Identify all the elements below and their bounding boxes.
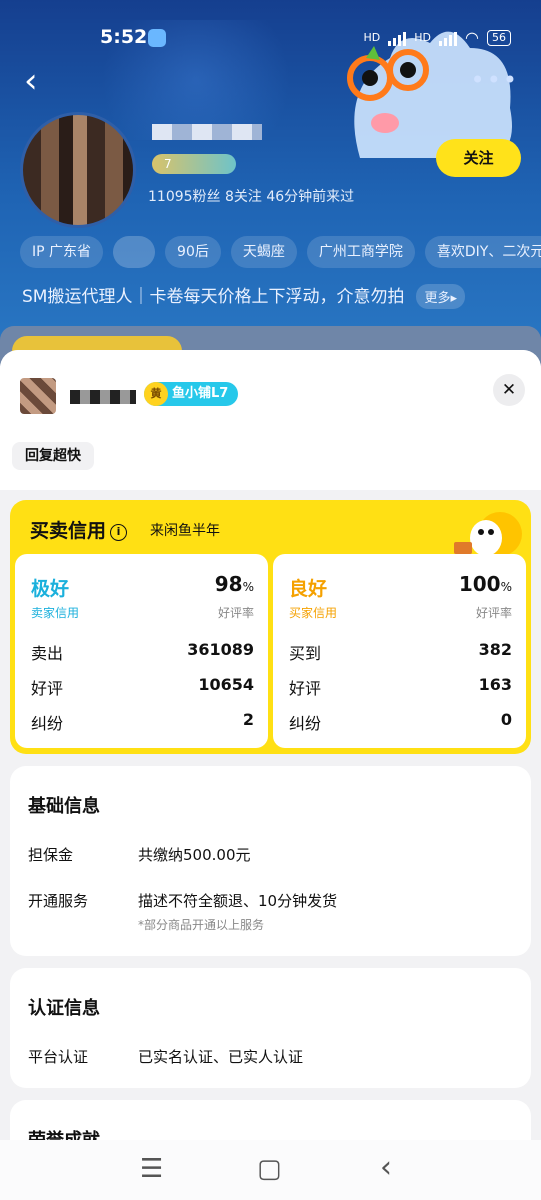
tag-location: IP 广东省 [20, 236, 104, 268]
buyer-rate-unit: % [500, 580, 512, 594]
status-bar: 5:52 HD HD ◠ 56 [0, 26, 541, 52]
signal-icon [388, 30, 407, 46]
back-nav-icon[interactable]: ‹ [380, 1150, 392, 1185]
profile-bio: SM搬运代理人｜卡卷每天价格上下浮动，介意勿拍 更多▸ [22, 282, 465, 309]
profile-tags: IP 广东省 90后 天蝎座 广州工商学院 喜欢DIY、二次元 [20, 236, 541, 268]
seller-avatar [20, 378, 56, 414]
profile-header: 5:52 HD HD ◠ 56 ‹ ••• 7 11095粉丝 8关注 46分钟… [0, 0, 541, 366]
deposit-label: 担保金 [28, 846, 74, 864]
buyer-rate: 100% [459, 572, 512, 596]
signal-icon [439, 30, 458, 46]
credit-title-text: 买卖信用 [30, 520, 107, 542]
platform-cert-label: 平台认证 [28, 1048, 89, 1066]
shop-level-icon: 黄 [144, 382, 168, 406]
battery-icon: 56 [487, 29, 511, 46]
hd-icon: HD [363, 31, 381, 44]
shop-level-label: 鱼小铺L7 [172, 386, 229, 401]
user-level-badge: 7 [152, 154, 236, 174]
cert-info-title: 认证信息 [28, 998, 100, 1019]
bio-more-button[interactable]: 更多▸ [416, 284, 465, 309]
back-icon[interactable]: ‹ [24, 64, 38, 98]
seller-name-blurred [70, 390, 136, 404]
buyer-row-dispute: 纠纷 0 [289, 710, 512, 734]
reply-fast-tag: 回复超快 [12, 442, 94, 470]
seller-grade-label: 卖家信用 [31, 606, 80, 620]
deposit-value: 共缴纳500.00元 [138, 846, 251, 864]
status-icons: HD HD ◠ 56 [364, 28, 511, 47]
row-label: 好评 [31, 679, 64, 698]
avatar[interactable] [20, 112, 136, 228]
notification-icon [148, 29, 166, 47]
row-label: 买到 [289, 644, 322, 663]
cert-info-section: 认证信息 平台认证 已实名认证、已实人认证 [10, 968, 531, 1088]
row-value: 382 [478, 640, 512, 659]
sheet-header: 黄 鱼小铺L7 ✕ 回复超快 [0, 350, 541, 490]
home-icon[interactable]: ▢ [257, 1154, 282, 1184]
status-time: 5:52 [100, 26, 148, 48]
seller-row-good: 好评 10654 [31, 675, 254, 699]
tag-school: 广州工商学院 [306, 236, 415, 268]
info-icon[interactable]: i [110, 524, 128, 541]
row-label: 纠纷 [289, 714, 322, 733]
row-value: 361089 [187, 640, 254, 659]
bio-text: SM搬运代理人｜卡卷每天价格上下浮动，介意勿拍 [22, 287, 405, 307]
row-label: 纠纷 [31, 714, 64, 733]
platform-cert-row: 平台认证 已实名认证、已实人认证 [28, 1046, 303, 1067]
service-row: 开通服务 描述不符全额退、10分钟发货 [28, 890, 337, 911]
buyer-grade-label: 买家信用 [289, 606, 338, 620]
credit-since: 来闲鱼半年 [150, 523, 220, 539]
seller-rate-value: 98 [214, 572, 243, 596]
service-note: *部分商品开通以上服务 [138, 918, 265, 932]
buyer-row-bought: 买到 382 [289, 640, 512, 664]
row-value: 163 [478, 675, 512, 694]
seller-row-dispute: 纠纷 2 [31, 710, 254, 734]
username-blurred [152, 124, 262, 140]
basic-info-section: 基础信息 担保金 共缴纳500.00元 开通服务 描述不符全额退、10分钟发货 *部… [10, 766, 531, 956]
seller-rate: 98% [215, 572, 254, 596]
buyer-rate-label: 好评率 [475, 606, 512, 620]
seller-grade: 极好 [31, 578, 70, 600]
credit-title: 买卖信用 i [30, 516, 128, 543]
system-nav-bar: ☰ ▢ ‹ [0, 1140, 541, 1200]
close-button[interactable]: ✕ [493, 374, 525, 406]
row-label: 好评 [289, 679, 322, 698]
follow-button[interactable]: 关注 [436, 139, 521, 177]
row-label: 卖出 [31, 644, 64, 663]
tag-hobby: 喜欢DIY、二次元 [424, 236, 541, 268]
row-value: 10654 [198, 675, 254, 694]
tag-blurred [113, 236, 156, 268]
seller-credit-card[interactable]: 极好 卖家信用 98% 好评率 卖出 361089 好评 10654 纠纷 2 [15, 554, 268, 748]
profile-stats[interactable]: 11095粉丝 8关注 46分钟前来过 [148, 186, 354, 206]
service-label: 开通服务 [28, 892, 89, 910]
credit-mascot-icon [454, 512, 522, 556]
basic-info-title: 基础信息 [28, 796, 100, 817]
seller-row-sold: 卖出 361089 [31, 640, 254, 664]
tag-age: 90后 [165, 236, 221, 268]
wifi-icon: ◠ [465, 28, 479, 47]
seller-rate-unit: % [242, 580, 254, 594]
menu-icon[interactable]: ☰ [140, 1154, 163, 1184]
buyer-row-good: 好评 163 [289, 675, 512, 699]
service-value: 描述不符全额退、10分钟发货 [138, 892, 338, 910]
buyer-grade: 良好 [289, 578, 328, 600]
buyer-credit-card[interactable]: 良好 买家信用 100% 好评率 买到 382 好评 163 纠纷 0 [273, 554, 526, 748]
buyer-rate-value: 100 [458, 572, 501, 596]
seller-rate-label: 好评率 [217, 606, 254, 620]
more-icon[interactable]: ••• [471, 66, 519, 94]
credit-panel: 买卖信用 i 来闲鱼半年 极好 卖家信用 98% 好评率 卖出 361089 好评 1… [10, 500, 531, 754]
credit-sheet: 黄 鱼小铺L7 ✕ 回复超快 买卖信用 i 来闲鱼半年 极好 卖家信用 98% 好… [0, 350, 541, 1200]
hd-icon: HD [414, 31, 432, 44]
shop-level-badge: 黄 鱼小铺L7 [144, 382, 239, 406]
row-value: 2 [242, 710, 254, 729]
row-value: 0 [500, 710, 512, 729]
deposit-row: 担保金 共缴纳500.00元 [28, 844, 251, 865]
tag-zodiac: 天蝎座 [230, 236, 297, 268]
platform-cert-value: 已实名认证、已实人认证 [138, 1048, 304, 1066]
